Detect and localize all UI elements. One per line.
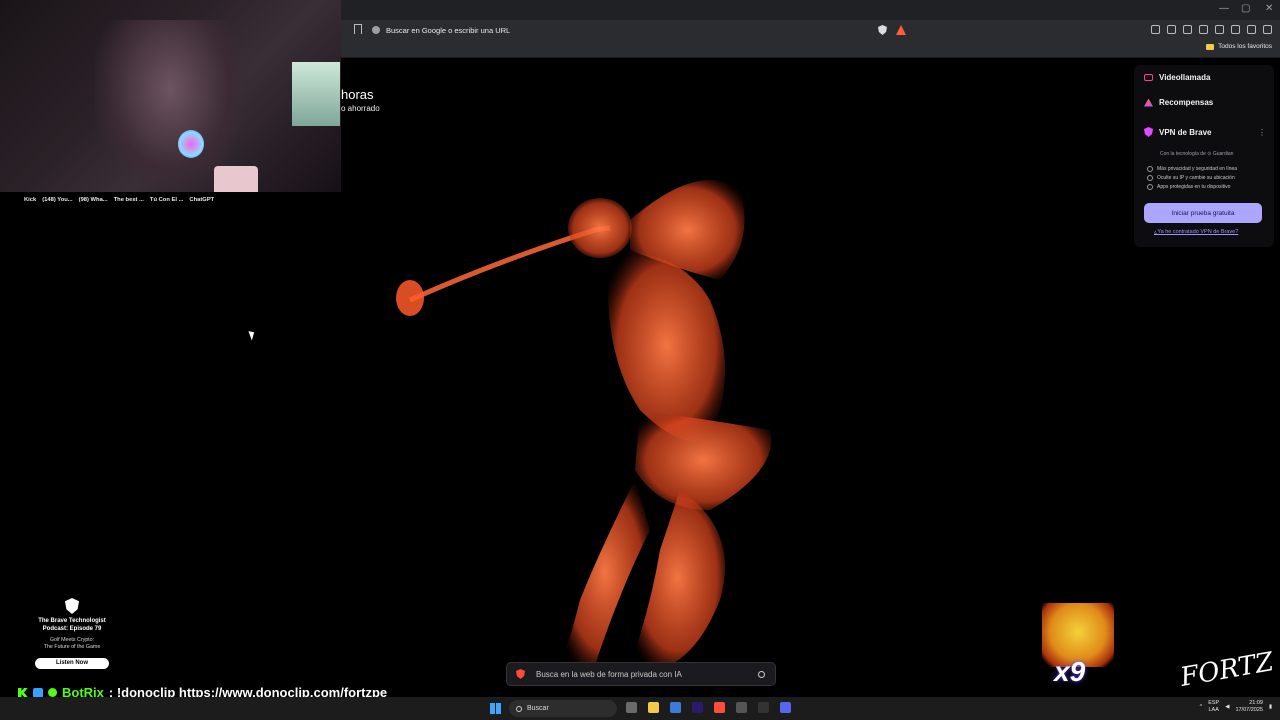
chevron-up-icon[interactable]: ^	[1200, 704, 1203, 710]
app-icon[interactable]	[758, 702, 769, 713]
kick-icon	[18, 687, 28, 698]
premiere-icon[interactable]	[692, 702, 703, 713]
verified-badge-icon	[48, 688, 57, 697]
maximize-button[interactable]: ▢	[1241, 3, 1250, 14]
google-icon	[372, 26, 380, 34]
brave-taskbar-icon[interactable]	[714, 702, 725, 713]
ai-search-input[interactable]	[534, 668, 758, 680]
file-explorer-icon[interactable]	[648, 702, 659, 713]
brave-stats-widget: horas o ahorrado	[341, 87, 380, 113]
close-button[interactable]: ✕	[1265, 3, 1273, 14]
store-icon[interactable]	[670, 702, 681, 713]
vpn-provider-text: Con la tecnología de ⊙ Guardian	[1160, 151, 1234, 157]
speaker-icon[interactable]: ◀	[1225, 704, 1229, 710]
vpn-widget-title: VPN de Brave	[1144, 127, 1211, 137]
check-icon	[1147, 184, 1153, 190]
taskbar-apps	[626, 702, 791, 713]
bookmarks-bar	[341, 40, 1280, 58]
taskbar-search[interactable]: Buscar	[509, 700, 617, 717]
clock[interactable]: 21:09 17/07/2025	[1235, 700, 1263, 713]
shortcut-whatsapp[interactable]: (98) Wha...	[79, 197, 108, 203]
address-placeholder: Buscar en Google o escribir una URL	[386, 25, 511, 35]
start-free-trial-button[interactable]: Iniciar prueba gratuita	[1144, 203, 1262, 223]
shortcut-youtube[interactable]: (148) You...	[42, 197, 72, 203]
search-icon	[516, 705, 522, 712]
shortcut-kick[interactable]: Kick	[24, 197, 36, 203]
address-bar[interactable]: Buscar en Google o escribir una URL	[372, 23, 872, 37]
video-camera-icon	[1144, 74, 1153, 81]
mug-image	[214, 166, 258, 192]
discord-icon[interactable]	[780, 702, 791, 713]
emote-multiplier: x9	[1054, 656, 1086, 687]
notification-icon[interactable]: ▮	[1269, 704, 1272, 710]
media-icon[interactable]	[1183, 25, 1192, 34]
vpn-shield-icon	[1144, 127, 1153, 137]
toolbar-icons	[1151, 25, 1272, 34]
browser-titlebar	[341, 0, 1280, 20]
already-purchased-vpn-link[interactable]: ¿Ya he contratado VPN de Brave?	[1154, 229, 1238, 235]
videocall-widget[interactable]: Videollamada	[1144, 73, 1210, 82]
podcast-title-2: Podcast: Episode 79	[42, 625, 102, 632]
leo-icon[interactable]	[1231, 25, 1240, 34]
language-indicator[interactable]: ESP LAA	[1208, 700, 1219, 713]
rewards-triangle-icon	[1144, 98, 1153, 107]
sidebar-icon[interactable]	[1199, 25, 1208, 34]
search-icon[interactable]	[758, 670, 765, 678]
podcast-subtitle-2: The Future of the Game	[43, 644, 101, 650]
monitor-image	[292, 62, 340, 126]
listen-now-button[interactable]: Listen Now	[35, 657, 109, 669]
windows-start-icon[interactable]	[490, 703, 501, 714]
minimize-button[interactable]: —	[1219, 3, 1229, 14]
wallet-icon[interactable]	[1215, 25, 1224, 34]
bot-badge-icon	[33, 687, 43, 698]
podcast-title-1: The Brave Technologist	[38, 618, 106, 624]
vpn-toolbar-icon[interactable]	[1247, 25, 1256, 34]
top-sites: Kick (148) You... (98) Wha... The best .…	[24, 197, 214, 203]
tab-search-icon[interactable]	[1167, 25, 1176, 34]
bookmark-icon[interactable]	[354, 24, 362, 34]
shortcut-tu-con-el[interactable]: Tú Con El ...	[150, 197, 184, 203]
podcast-subtitle-1: Golf Meets Crypto:	[49, 637, 95, 643]
check-icon	[1147, 166, 1153, 172]
system-tray: ^ ESP LAA ◀ 21:09 17/07/2025 ▮	[1200, 700, 1272, 713]
more-options-icon[interactable]: ⋮	[1258, 128, 1266, 137]
list-item: Oculte su IP y cambie su ubicación	[1147, 175, 1237, 181]
obs-icon[interactable]	[736, 702, 747, 713]
folder-icon	[1206, 43, 1215, 50]
menu-icon[interactable]	[1263, 25, 1272, 34]
all-bookmarks-folder[interactable]: Todos los favoritos	[1206, 43, 1272, 50]
extensions-icon[interactable]	[1151, 25, 1160, 34]
list-item: Apps protegidas en tu dispositivo	[1147, 184, 1237, 190]
mouse-cursor-icon	[248, 329, 257, 341]
brave-logo-icon	[516, 669, 525, 679]
rewards-widget[interactable]: Recompensas	[1144, 98, 1213, 107]
golfer-wallpaper	[396, 180, 772, 665]
shortcut-the-best[interactable]: The best ...	[114, 197, 144, 203]
podcast-card: The Brave Technologist Podcast: Episode …	[30, 598, 114, 669]
time-saved-value: horas	[341, 87, 374, 102]
time-saved-label: o ahorrado	[341, 104, 380, 113]
shortcut-chatgpt[interactable]: ChatGPT	[189, 197, 214, 203]
brave-logo-icon	[65, 598, 79, 614]
streamer-signature-logo: FORTZ	[1178, 647, 1276, 693]
check-icon	[1147, 175, 1153, 181]
ai-search-box[interactable]	[506, 662, 776, 686]
vpn-features-list: Más privacidad y seguridad en línea Ocul…	[1147, 166, 1237, 193]
task-view-icon[interactable]	[626, 702, 637, 713]
microphone-image	[178, 130, 204, 158]
list-item: Más privacidad y seguridad en línea	[1147, 166, 1237, 172]
webcam-overlay	[0, 0, 341, 192]
